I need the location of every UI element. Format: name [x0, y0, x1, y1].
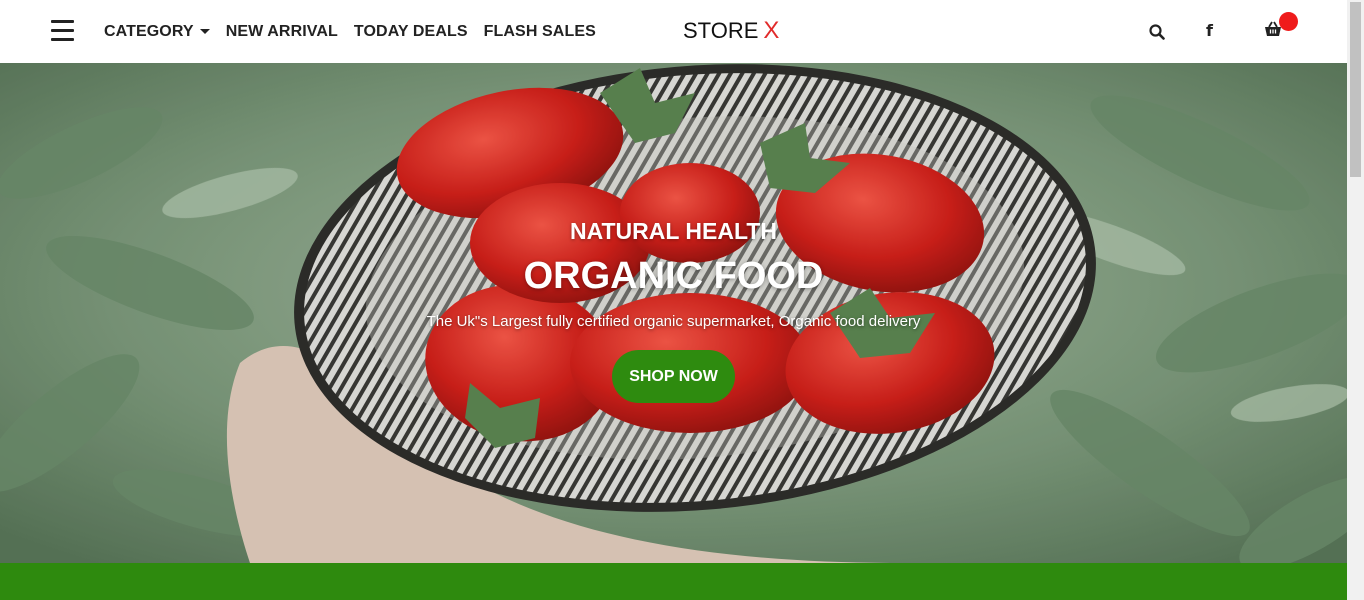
nav-category[interactable]: CATEGORY — [104, 23, 210, 41]
main-nav: CATEGORY NEW ARRIVAL TODAY DEALS FLASH S… — [104, 0, 612, 63]
hero-title: ORGANIC FOOD — [523, 255, 824, 297]
menu-icon[interactable] — [51, 20, 74, 42]
store-logo[interactable]: STORE X — [683, 17, 779, 45]
hero-subtitle: NATURAL HEALTH — [570, 218, 777, 244]
nav-today-deals[interactable]: TODAY DEALS — [354, 23, 468, 41]
page-scrollbar[interactable] — [1347, 0, 1364, 600]
shop-now-button[interactable]: SHOP NOW — [612, 350, 735, 403]
nav-flash-sales[interactable]: FLASH SALES — [484, 23, 596, 41]
logo-mark: X — [763, 17, 780, 44]
facebook-icon[interactable]: f — [1206, 21, 1213, 40]
scrollbar-thumb[interactable] — [1350, 2, 1361, 177]
hero-description: The Uk"s Largest fully certified organic… — [426, 313, 921, 330]
green-section-band — [0, 563, 1347, 600]
hero-banner: NATURAL HEALTH ORGANIC FOOD The Uk"s Lar… — [0, 63, 1347, 563]
search-icon[interactable] — [1149, 24, 1165, 40]
nav-category-label: CATEGORY — [104, 22, 194, 40]
cart-badge — [1279, 12, 1298, 31]
top-header: CATEGORY NEW ARRIVAL TODAY DEALS FLASH S… — [0, 0, 1347, 63]
logo-text: STORE — [683, 18, 759, 43]
hero-content: NATURAL HEALTH ORGANIC FOOD The Uk"s Lar… — [0, 63, 1347, 563]
nav-new-arrival[interactable]: NEW ARRIVAL — [226, 23, 338, 41]
caret-down-icon — [199, 29, 210, 34]
